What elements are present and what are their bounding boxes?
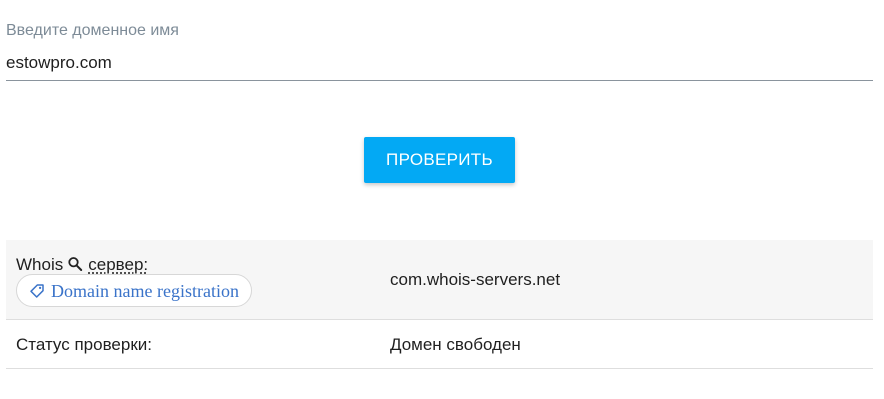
status-value: Домен свободен — [390, 335, 521, 354]
search-icon[interactable] — [67, 256, 84, 272]
check-button[interactable]: ПРОВЕРИТЬ — [364, 137, 515, 183]
domain-field: Введите доменное имя — [6, 20, 873, 81]
domain-input[interactable] — [6, 52, 873, 81]
domain-checker-page: Введите доменное имя ПРОВЕРИТЬ Whois сер… — [0, 0, 884, 399]
whois-label-suffix: сервер: — [88, 255, 149, 274]
status-row: Статус проверки: Домен свободен — [6, 320, 873, 369]
domain-field-label: Введите доменное имя — [6, 22, 179, 39]
domain-registration-label: Domain name registration — [51, 280, 239, 301]
tag-icon — [30, 283, 44, 298]
status-label: Статус проверки: — [16, 335, 152, 354]
whois-value: com.whois-servers.net — [390, 270, 561, 289]
domain-registration-chip[interactable]: Domain name registration — [16, 274, 252, 307]
whois-label-prefix: Whois — [16, 255, 64, 274]
whois-label: Whois сервер: — [16, 254, 148, 276]
results-table: Whois сервер: Domain name registration c… — [6, 240, 873, 369]
whois-row: Whois сервер: Domain name registration c… — [6, 240, 873, 320]
